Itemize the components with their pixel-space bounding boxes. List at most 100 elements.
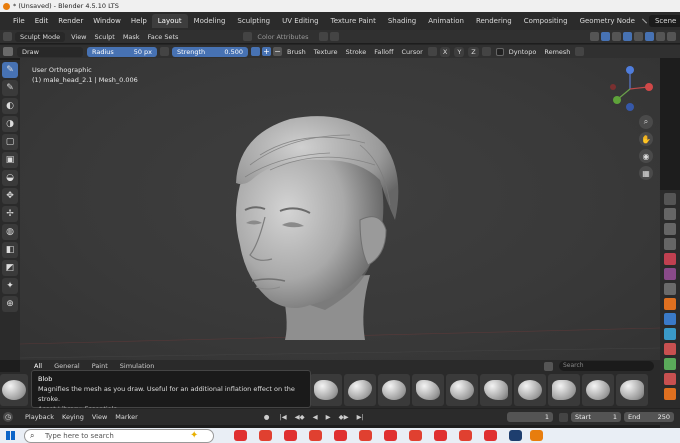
tool-properties-icon[interactable] [664, 193, 676, 205]
tab-geometry-nodes[interactable]: Geometry Node [574, 14, 641, 28]
brush-thumb-9[interactable] [582, 374, 614, 406]
xray-icon[interactable] [623, 32, 632, 41]
taskbar-app-2-icon[interactable] [259, 430, 272, 441]
keyframe-prev-icon[interactable]: ◀◆ [291, 413, 309, 421]
timeline-menu-keying[interactable]: Keying [58, 413, 88, 421]
shelf-tab-simulation[interactable]: Simulation [114, 362, 161, 370]
brush-thumb-10[interactable] [616, 374, 648, 406]
menu-help[interactable]: Help [126, 17, 152, 25]
brush-thumb-5[interactable] [446, 374, 478, 406]
use-preview-range-icon[interactable] [559, 412, 568, 422]
taskbar-app-12-icon[interactable] [509, 430, 522, 441]
texture-properties-icon[interactable] [664, 388, 676, 400]
editor-type-icon[interactable] [3, 32, 12, 41]
brush-thumb-2[interactable] [344, 374, 376, 406]
taskbar-app-7-icon[interactable] [384, 430, 397, 441]
play-reverse-icon[interactable]: ◀ [309, 413, 322, 421]
tool-draw-brush-icon[interactable]: ✎ [2, 62, 18, 78]
shelf-tab-paint[interactable]: Paint [86, 362, 114, 370]
header-menu-sculpt[interactable]: Sculpt [91, 33, 119, 41]
world-properties-icon[interactable] [664, 268, 676, 280]
pan-hand-icon[interactable]: ✋ [639, 132, 653, 146]
shelf-tab-general[interactable]: General [48, 362, 86, 370]
brush-thumb-6[interactable] [480, 374, 512, 406]
asset-search-input[interactable]: Search [559, 361, 654, 371]
particles-properties-icon[interactable] [664, 328, 676, 340]
object-icon[interactable] [318, 32, 328, 41]
shading-material-icon[interactable] [656, 32, 665, 41]
tab-modeling[interactable]: Modeling [188, 14, 232, 28]
object-properties-icon[interactable] [664, 298, 676, 310]
radius-field[interactable]: Radius 50 px [87, 46, 157, 57]
start-menu-icon[interactable] [6, 431, 15, 440]
tab-shading[interactable]: Shading [382, 14, 422, 28]
collection-properties-icon[interactable] [664, 283, 676, 295]
menu-edit[interactable]: Edit [30, 17, 54, 25]
visibility-icon[interactable] [590, 32, 599, 41]
mode-selector[interactable]: Sculpt Mode [15, 31, 66, 42]
brush-blob-thumb[interactable] [0, 374, 28, 406]
output-properties-icon[interactable] [664, 223, 676, 235]
physics-properties-icon[interactable] [664, 343, 676, 355]
menu-render[interactable]: Render [53, 17, 88, 25]
display-settings-icon[interactable] [544, 361, 553, 371]
start-frame-field[interactable]: Start 1 [571, 412, 621, 422]
strength-pen-pressure-icon[interactable] [251, 47, 260, 56]
header-menu-mask[interactable]: Mask [119, 33, 144, 41]
modifier-properties-icon[interactable] [664, 313, 676, 325]
tab-sculpting[interactable]: Sculpting [231, 14, 276, 28]
taskbar-app-9-icon[interactable] [434, 430, 447, 441]
texture-popover[interactable]: Texture [310, 48, 342, 56]
tool-cloth-filter-icon[interactable]: ✢ [2, 206, 18, 222]
tool-mask-icon[interactable]: ◐ [2, 98, 18, 114]
keyframe-next-icon[interactable]: ◆▶ [335, 413, 353, 421]
menu-window[interactable]: Window [88, 17, 126, 25]
tool-annotate-icon[interactable]: ⊕ [2, 296, 18, 312]
scene-selector[interactable]: Scene [648, 15, 680, 27]
taskbar-app-4-icon[interactable] [309, 430, 322, 441]
brush-thumb-8[interactable] [548, 374, 580, 406]
perspective-grid-icon[interactable]: ▦ [639, 166, 653, 180]
tab-layout[interactable]: Layout [151, 14, 188, 28]
taskbar-app-6-icon[interactable] [359, 430, 372, 441]
subtract-direction-icon[interactable]: − [273, 47, 282, 56]
end-frame-field[interactable]: End 250 [624, 412, 674, 422]
taskbar-search-input[interactable]: Type here to search [24, 429, 214, 443]
menu-file[interactable]: File [8, 17, 30, 25]
tab-rendering[interactable]: Rendering [470, 14, 518, 28]
shading-wire-icon[interactable] [634, 32, 643, 41]
tab-animation[interactable]: Animation [422, 14, 470, 28]
brush-thumb-4[interactable] [412, 374, 444, 406]
tab-texture-paint[interactable]: Texture Paint [325, 14, 382, 28]
shading-rendered-icon[interactable] [667, 32, 676, 41]
filter-icon[interactable] [329, 32, 339, 41]
tab-compositing[interactable]: Compositing [518, 14, 574, 28]
taskbar-app-3-icon[interactable] [284, 430, 297, 441]
symmetry-x-toggle[interactable]: X [439, 46, 451, 57]
cursor-popover[interactable]: Cursor [397, 48, 426, 56]
tool-mask-by-color-icon[interactable]: ◩ [2, 260, 18, 276]
tool-paint-icon[interactable]: ✎ [2, 80, 18, 96]
tool-face-set-icon[interactable]: ◑ [2, 116, 18, 132]
taskbar-app-5-icon[interactable] [334, 430, 347, 441]
overlay-icon[interactable] [612, 32, 621, 41]
gizmo-toggle-icon[interactable] [601, 32, 610, 41]
record-icon[interactable]: ● [260, 413, 276, 421]
zoom-icon[interactable]: ⌕ [639, 115, 653, 129]
falloff-popover[interactable]: Falloff [370, 48, 397, 56]
stroke-popover[interactable]: Stroke [342, 48, 371, 56]
taskbar-app-10-icon[interactable] [459, 430, 472, 441]
remesh-popover[interactable]: Remesh [540, 48, 574, 56]
timeline-editor-icon[interactable]: ◷ [3, 412, 13, 422]
current-frame-field[interactable]: 1 [507, 412, 553, 422]
header-menu-face-sets[interactable]: Face Sets [144, 33, 183, 41]
tool-box-mask-icon[interactable]: ▢ [2, 134, 18, 150]
tool-color-filter-icon[interactable]: ◍ [2, 224, 18, 240]
taskbar-app-11-icon[interactable] [484, 430, 497, 441]
taskbar-app-1-icon[interactable] [234, 430, 247, 441]
shelf-tab-all[interactable]: All [28, 362, 48, 370]
taskbar-app-8-icon[interactable] [409, 430, 422, 441]
data-properties-icon[interactable] [664, 358, 676, 370]
jump-end-icon[interactable]: ▶| [353, 413, 368, 421]
brush-popover[interactable]: Brush [283, 48, 310, 56]
